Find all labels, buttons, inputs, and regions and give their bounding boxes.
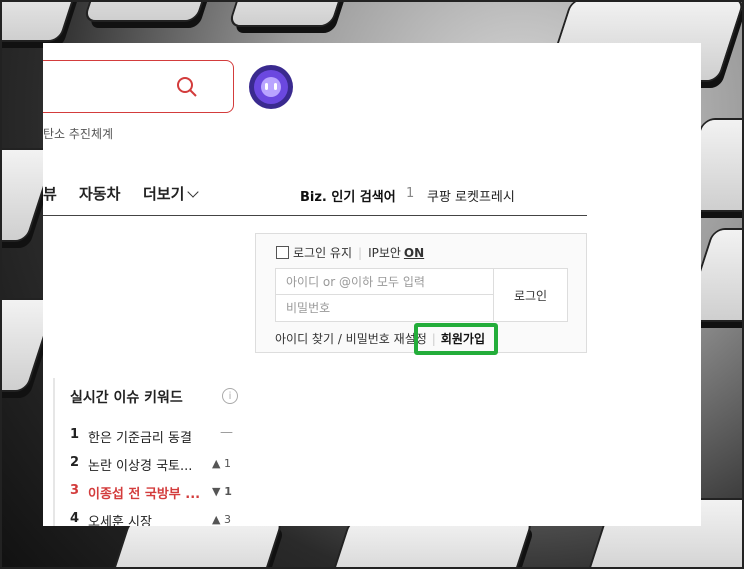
issue-rank: 3	[70, 483, 80, 498]
issue-rank: 2	[70, 455, 80, 470]
issue-keyword[interactable]: 오세훈 시장	[88, 511, 152, 526]
trend-subtitle[interactable]: 탄소 추진체계	[43, 125, 113, 142]
nav-item-review[interactable]: 뷰	[43, 183, 57, 204]
biz-popular-label: Biz. 인기 검색어	[300, 190, 396, 205]
issue-row[interactable]: 2 논란 이상경 국토... ▲ 1	[70, 455, 240, 475]
ai-assistant-icon[interactable]	[248, 64, 294, 110]
search-icon[interactable]	[176, 76, 198, 98]
keep-login-checkbox[interactable]	[276, 246, 289, 259]
divider: |	[358, 245, 363, 260]
ip-security-label[interactable]: IP보안	[368, 244, 401, 261]
category-nav: 뷰 자동차 더보기 Biz. 인기 검색어 1 쿠팡 로켓프레시	[43, 183, 587, 216]
issue-panel-title: 실시간 이슈 키워드	[70, 390, 183, 406]
issue-row[interactable]: 3 이종섭 전 국방부 ... ▼ 1	[70, 483, 240, 503]
issue-row[interactable]: 4 오세훈 시장 ▲ 3	[70, 511, 240, 526]
find-account-link[interactable]: 아이디 찾기 / 비밀번호 재설정	[275, 332, 427, 346]
issue-rank: 4	[70, 511, 80, 526]
rank-down-indicator: ▼ 1	[212, 485, 232, 498]
rank-change-none: —	[220, 425, 233, 440]
login-fields	[275, 268, 496, 322]
keep-login-label[interactable]: 로그인 유지	[293, 244, 352, 261]
search-input[interactable]	[43, 60, 234, 113]
password-input[interactable]	[276, 295, 495, 320]
biz-rank-number: 1	[406, 186, 415, 201]
issue-keyword[interactable]: 논란 이상경 국토...	[88, 455, 192, 474]
rank-up-indicator: ▲ 3	[212, 513, 231, 526]
biz-rank-keyword[interactable]: 쿠팡 로켓프레시	[427, 186, 515, 205]
chevron-down-icon	[187, 186, 200, 198]
issue-row[interactable]: 1 한은 기준금리 동결 —	[70, 425, 240, 447]
web-page: 탄소 추진체계 뷰 자동차 더보기 Biz. 인기 검색어 1 쿠팡 로켓프레시…	[43, 43, 701, 526]
nav-item-car[interactable]: 자동차	[79, 183, 120, 204]
info-icon[interactable]: i	[222, 388, 238, 404]
login-button[interactable]: 로그인	[493, 268, 568, 322]
realtime-issue-panel: 실시간 이슈 키워드 i 1 한은 기준금리 동결 — 2 논란 이상경 국토.…	[53, 378, 255, 526]
nav-item-more[interactable]: 더보기	[143, 183, 200, 204]
ip-security-toggle[interactable]: ON	[404, 246, 424, 260]
login-options: 로그인 유지 | IP보안 ON	[276, 244, 424, 261]
nav-more-label: 더보기	[143, 185, 185, 203]
issue-rank: 1	[70, 427, 80, 442]
issue-keyword[interactable]: 한은 기준금리 동결	[88, 427, 192, 446]
rank-up-indicator: ▲ 1	[212, 457, 231, 470]
id-input[interactable]	[276, 269, 495, 295]
signup-highlight-box	[414, 323, 498, 355]
issue-keyword[interactable]: 이종섭 전 국방부 ...	[88, 483, 200, 502]
